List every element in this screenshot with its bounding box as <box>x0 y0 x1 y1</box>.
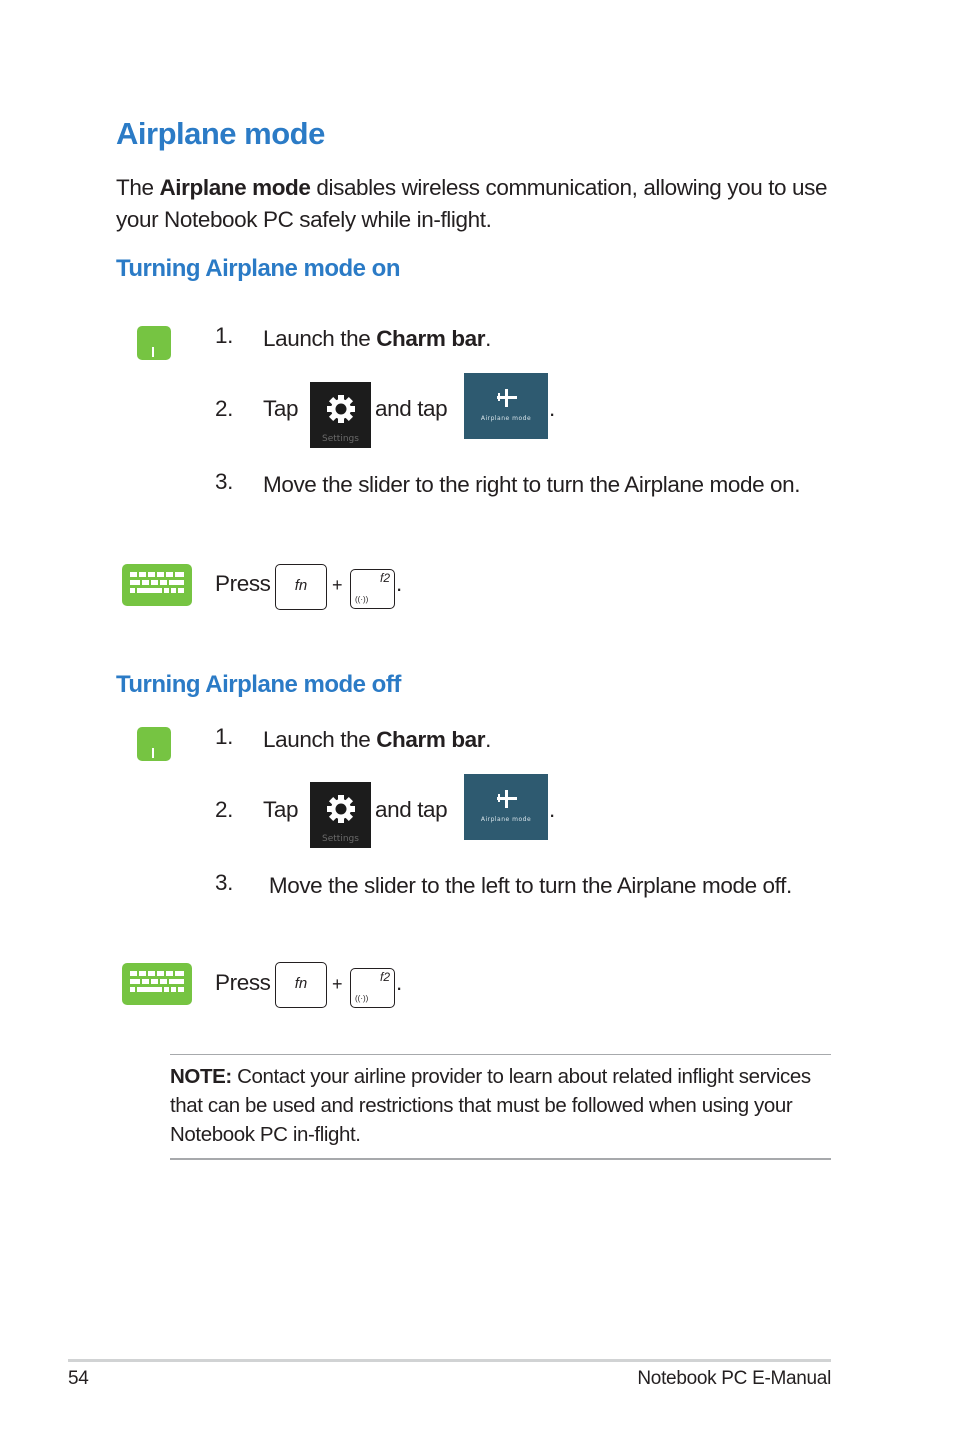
airplane-mode-label: Airplane mode <box>480 415 532 422</box>
period: . <box>396 970 402 995</box>
f2-key: f2 ((·)) <box>350 968 395 1008</box>
manual-title: Notebook PC E-Manual <box>637 1368 831 1389</box>
step-text: Launch the Charm bar. <box>263 724 838 756</box>
wireless-icon: ((·)) <box>355 595 369 604</box>
settings-tile[interactable]: Settings <box>310 782 371 848</box>
step-number: 3. <box>215 870 233 895</box>
section-heading-off: Turning Airplane mode off <box>116 671 401 698</box>
step-number: 2. <box>215 797 233 822</box>
note-divider-top <box>170 1054 831 1055</box>
plus-sign: + <box>332 575 343 595</box>
step-prefix: Launch the <box>263 727 377 752</box>
step-suffix: . <box>485 727 491 752</box>
fn-key-label: fn <box>294 975 308 992</box>
touchpad-icon <box>137 727 171 761</box>
fn-key: fn <box>275 564 327 610</box>
f2-key-label: f2 <box>379 970 390 984</box>
airplane-icon <box>497 790 517 808</box>
intro-prefix: The <box>116 175 160 200</box>
intro-bold: Airplane mode <box>159 175 311 200</box>
step-text: Move the slider to the right to turn the… <box>263 472 801 497</box>
intro-paragraph: The Airplane mode disables wireless comm… <box>116 172 836 236</box>
footer-divider <box>68 1359 831 1362</box>
gear-icon <box>327 795 355 823</box>
touchpad-icon <box>137 326 171 360</box>
step-number: 1. <box>215 724 233 749</box>
step-text: Launch the Charm bar. <box>263 323 838 355</box>
charm-bar-label: Charm bar <box>376 326 486 351</box>
f2-key: f2 ((·)) <box>350 569 395 609</box>
and-tap-label: and tap <box>375 797 448 822</box>
f2-key-label: f2 <box>379 571 390 585</box>
note-box: NOTE: Contact your airline provider to l… <box>170 1062 835 1149</box>
tap-label: Tap <box>263 797 299 822</box>
gear-icon <box>327 395 355 423</box>
period: . <box>549 396 555 421</box>
press-label: Press <box>215 571 271 596</box>
period: . <box>396 571 402 596</box>
fn-key: fn <box>275 962 327 1008</box>
airplane-mode-label: Airplane mode <box>480 816 532 823</box>
keyboard-icon <box>122 564 192 606</box>
airplane-mode-tile[interactable]: Airplane mode <box>464 373 548 439</box>
keyboard-icon <box>122 963 192 1005</box>
page-number: 54 <box>68 1368 89 1389</box>
step-number: 1. <box>215 323 233 348</box>
charm-bar-label: Charm bar <box>376 727 486 752</box>
step-number: 3. <box>215 469 233 494</box>
wireless-icon: ((·)) <box>355 994 369 1003</box>
airplane-mode-tile[interactable]: Airplane mode <box>464 774 548 840</box>
note-label: NOTE: <box>170 1065 232 1088</box>
tap-label: Tap <box>263 396 299 421</box>
section-heading-on: Turning Airplane mode on <box>116 255 401 282</box>
settings-tile[interactable]: Settings <box>310 382 371 448</box>
step-number: 2. <box>215 396 233 421</box>
step-prefix: Launch the <box>263 326 377 351</box>
page-title: Airplane mode <box>116 116 325 151</box>
step-text: Move the slider to the left to turn the … <box>263 873 792 898</box>
step-suffix: . <box>485 326 491 351</box>
period: . <box>549 797 555 822</box>
fn-key-label: fn <box>294 577 308 594</box>
settings-label: Settings <box>322 434 359 444</box>
settings-label: Settings <box>322 834 359 844</box>
airplane-icon <box>497 389 517 407</box>
plus-sign: + <box>332 974 343 994</box>
press-label: Press <box>215 970 271 995</box>
note-divider-bottom <box>170 1158 831 1160</box>
note-text: Contact your airline provider to learn a… <box>170 1065 811 1146</box>
and-tap-label: and tap <box>375 396 448 421</box>
